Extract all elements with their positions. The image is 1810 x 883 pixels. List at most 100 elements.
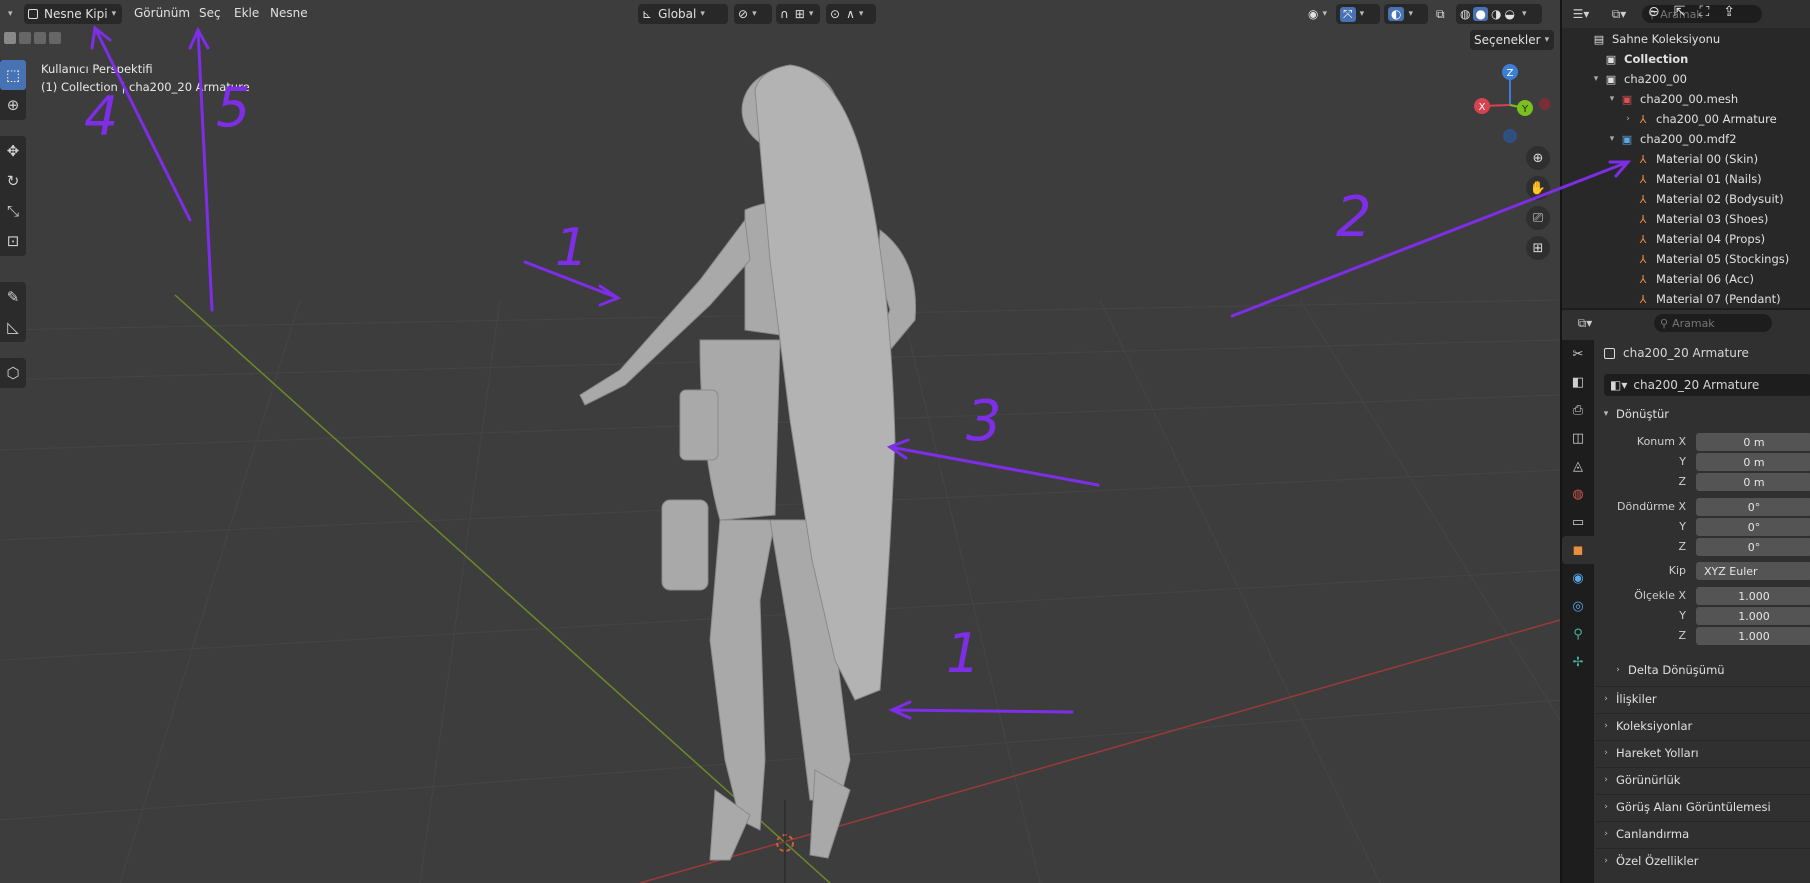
scale-z-field[interactable]: 1.000 bbox=[1696, 627, 1810, 645]
menu-object[interactable]: Nesne bbox=[270, 6, 308, 20]
outliner-item[interactable]: ⅄ Material 02 (Bodysuit) bbox=[1622, 189, 1784, 209]
xray-toggle[interactable]: ⧉ bbox=[1432, 4, 1454, 24]
constraint-tab-icon[interactable]: ⚲ bbox=[1562, 620, 1594, 648]
properties-panel-header[interactable]: › Hareket Yolları bbox=[1596, 740, 1810, 764]
outliner[interactable]: ☰▾ ⧉▾ ⚲ Aramak ⊖ ⇱ ⛶ ⇪ ▤ Sahne Koleksiyo… bbox=[1562, 0, 1810, 308]
properties-panel-header[interactable]: › Görünürlük bbox=[1596, 767, 1810, 791]
visibility-button[interactable]: ◉ ▾ bbox=[1304, 4, 1332, 24]
options-button[interactable]: Seçenekler ▾ bbox=[1470, 30, 1554, 50]
chevron-down-icon[interactable]: ▾ bbox=[1606, 134, 1618, 144]
select-new-icon[interactable] bbox=[4, 32, 16, 44]
tool-tab-icon[interactable]: ✂ bbox=[1562, 340, 1594, 368]
outliner-item[interactable]: ▾ ▣ cha200_00.mesh bbox=[1606, 89, 1738, 109]
scale-y-field[interactable]: 1.000 bbox=[1696, 607, 1810, 625]
chevron-right-icon[interactable]: › bbox=[1622, 114, 1634, 124]
move-tool-icon[interactable]: ✥ bbox=[0, 136, 26, 166]
transform-tool-icon[interactable]: ⊡ bbox=[0, 226, 26, 256]
fullscreen-icon[interactable]: ⛶ bbox=[1699, 4, 1709, 20]
outliner-item[interactable]: › ⅄ cha200_00 Armature bbox=[1622, 109, 1776, 129]
navigation-gizmo[interactable]: Z X Y bbox=[1470, 60, 1550, 150]
properties-search[interactable]: ⚲ Aramak bbox=[1654, 314, 1772, 332]
outliner-item[interactable]: ▣ Collection bbox=[1590, 49, 1689, 69]
scale-x-field[interactable]: 1.000 bbox=[1696, 587, 1810, 605]
properties-panel-header[interactable]: › Canlandırma bbox=[1596, 821, 1810, 845]
3d-viewport[interactable]: ▾ Nesne Kipi ▾ Görünüm Seç Ekle Nesne ⊾ … bbox=[0, 0, 1560, 883]
properties-panel-header[interactable]: › Koleksiyonlar bbox=[1596, 713, 1810, 737]
rotation-z-field[interactable]: 0° bbox=[1696, 538, 1810, 556]
export-icon[interactable]: ⇪ bbox=[1723, 4, 1735, 20]
popout-icon[interactable]: ⇱ bbox=[1674, 4, 1686, 20]
orientation-selector[interactable]: ⊾ Global ▾ bbox=[638, 4, 728, 24]
render-tab-icon[interactable]: ◧ bbox=[1562, 368, 1594, 396]
select-intersect-icon[interactable] bbox=[49, 32, 61, 44]
camera-view-icon[interactable]: ⎚ bbox=[1526, 206, 1550, 230]
panel-title: Görüş Alanı Görüntülemesi bbox=[1616, 799, 1771, 814]
properties-panel-header[interactable]: › Görüş Alanı Görüntülemesi bbox=[1596, 794, 1810, 818]
scene-tab-icon[interactable]: ◬ bbox=[1562, 452, 1594, 480]
outliner-item[interactable]: ⅄ Material 07 (Pendant) bbox=[1622, 289, 1781, 308]
rotation-x-field[interactable]: 0° bbox=[1696, 498, 1810, 516]
ortho-grid-icon[interactable]: ⊞ bbox=[1526, 236, 1550, 260]
outliner-editor-icon[interactable]: ☰▾ bbox=[1566, 4, 1596, 24]
menu-add[interactable]: Ekle bbox=[234, 6, 259, 20]
delta-transform-subpanel[interactable]: › Delta Dönüşümü bbox=[1608, 658, 1810, 682]
proportional-edit-button[interactable]: ⊙ ∧ ▾ bbox=[826, 4, 876, 24]
add-cube-tool-icon[interactable]: ⬡ bbox=[0, 358, 26, 388]
annotate-tool-icon[interactable]: ✎ bbox=[0, 282, 26, 312]
output-tab-icon[interactable]: ⎙ bbox=[1562, 396, 1594, 424]
chevron-down-icon[interactable]: ▾ bbox=[1590, 74, 1602, 84]
solid-shading-icon[interactable]: ● bbox=[1473, 7, 1488, 21]
outliner-scene-collection[interactable]: ▤ Sahne Koleksiyonu bbox=[1590, 29, 1720, 49]
location-x-field[interactable]: 0 m bbox=[1696, 433, 1810, 451]
properties-panel-header[interactable]: › İlişkiler bbox=[1596, 686, 1810, 710]
menu-view[interactable]: Görünüm bbox=[134, 6, 190, 20]
location-y-field[interactable]: 0 m bbox=[1696, 453, 1810, 471]
snap-button[interactable]: ∩ ⊞ ▾ bbox=[776, 4, 820, 24]
rendered-shading-icon[interactable]: ◒ bbox=[1504, 7, 1514, 21]
outliner-item[interactable]: ⅄ Material 06 (Acc) bbox=[1622, 269, 1754, 289]
overlays-toggle[interactable]: ◐ ▾ bbox=[1384, 4, 1428, 24]
gizmo-toggle[interactable]: ⤧ ▾ bbox=[1336, 4, 1380, 24]
outliner-item[interactable]: ⅄ Material 00 (Skin) bbox=[1622, 149, 1758, 169]
scale-tool-icon[interactable]: ⤡ bbox=[0, 196, 26, 226]
view-layer-tab-icon[interactable]: ◫ bbox=[1562, 424, 1594, 452]
menu-select[interactable]: Seç bbox=[199, 6, 221, 20]
properties-editor-icon[interactable]: ⧉▾ bbox=[1570, 313, 1600, 333]
chevron-down-icon[interactable]: ▾ bbox=[1606, 94, 1618, 104]
armature-data-tab-icon[interactable]: ✢ bbox=[1562, 648, 1594, 676]
outliner-item[interactable]: ⅄ Material 01 (Nails) bbox=[1622, 169, 1762, 189]
modifier-tab-icon[interactable]: ◉ bbox=[1562, 564, 1594, 592]
pivot-point-button[interactable]: ⊘ ▾ bbox=[734, 4, 772, 24]
cursor-tool-icon[interactable]: ⊕ bbox=[0, 90, 26, 120]
properties-panel-header[interactable]: › Özel Özellikler bbox=[1596, 848, 1810, 872]
mode-selector[interactable]: Nesne Kipi ▾ bbox=[24, 4, 122, 24]
transform-panel-header[interactable]: ▾ Dönüştür bbox=[1596, 402, 1810, 426]
location-z-field[interactable]: 0 m bbox=[1696, 473, 1810, 491]
display-mode-icon[interactable]: ⧉▾ bbox=[1604, 4, 1634, 24]
outliner-item[interactable]: ▾ ▣ cha200_00.mdf2 bbox=[1606, 129, 1737, 149]
measure-tool-icon[interactable]: ◺ bbox=[0, 312, 26, 342]
outliner-item[interactable]: ⅄ Material 03 (Shoes) bbox=[1622, 209, 1769, 229]
zoom-icon[interactable]: ⊕ bbox=[1526, 146, 1550, 170]
object-tab-icon[interactable]: ◼ bbox=[1562, 536, 1594, 564]
select-box-tool-icon[interactable]: ⬚ bbox=[0, 60, 26, 90]
rotation-y-field[interactable]: 0° bbox=[1696, 518, 1810, 536]
select-extend-icon[interactable] bbox=[19, 32, 31, 44]
zoom-out-icon[interactable]: ⊖ bbox=[1648, 4, 1660, 20]
properties-editor[interactable]: ⧉▾ ⚲ Aramak ✂ ◧ ⎙ ◫ ◬ ◍ ▭ ◼ ◉ ◎ ⚲ ✢ cha2… bbox=[1562, 310, 1810, 883]
material-shading-icon[interactable]: ◑ bbox=[1491, 7, 1501, 21]
wireframe-shading-icon[interactable]: ◍ bbox=[1460, 7, 1470, 21]
shading-modes[interactable]: ◍ ● ◑ ◒ ▾ bbox=[1456, 4, 1542, 24]
pan-hand-icon[interactable]: ✋ bbox=[1526, 176, 1550, 200]
physics-tab-icon[interactable]: ◎ bbox=[1562, 592, 1594, 620]
select-subtract-icon[interactable] bbox=[34, 32, 46, 44]
outliner-item[interactable]: ▾ ▣ cha200_00 bbox=[1590, 69, 1687, 89]
editor-type-button[interactable]: ▾ bbox=[0, 4, 20, 24]
object-datablock-field[interactable]: ◧▾ cha200_20 Armature bbox=[1604, 374, 1810, 396]
collection-tab-icon[interactable]: ▭ bbox=[1562, 508, 1594, 536]
outliner-item[interactable]: ⅄ Material 04 (Props) bbox=[1622, 229, 1766, 249]
outliner-item[interactable]: ⅄ Material 05 (Stockings) bbox=[1622, 249, 1790, 269]
rotate-tool-icon[interactable]: ↻ bbox=[0, 166, 26, 196]
rotation-mode-select[interactable]: XYZ Euler bbox=[1696, 562, 1810, 580]
world-tab-icon[interactable]: ◍ bbox=[1562, 480, 1594, 508]
